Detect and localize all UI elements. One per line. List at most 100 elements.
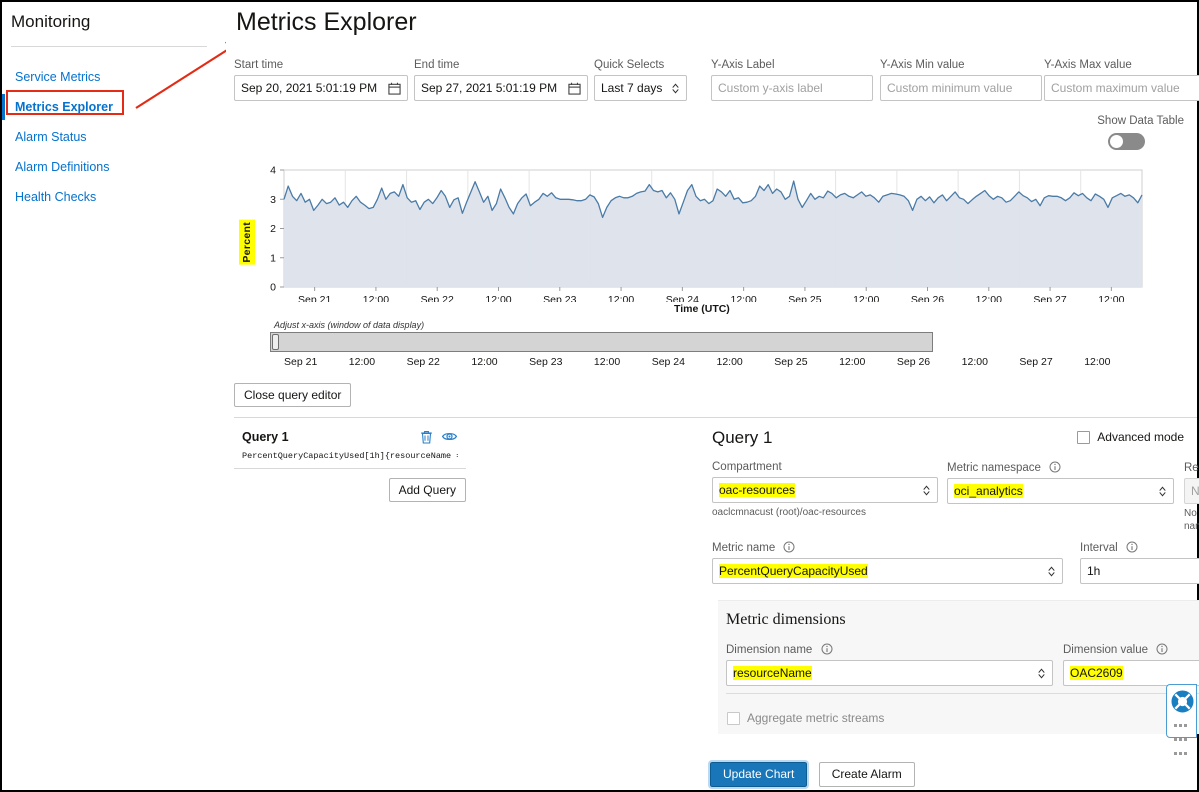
calendar-icon[interactable] (388, 82, 401, 95)
resource-group-label: Resource group Optional (1184, 461, 1199, 475)
start-time-label: Start time (234, 59, 408, 72)
adjust-axis-note: Adjust x-axis (window of data display) (274, 320, 424, 330)
sidebar-item-health-checks[interactable]: Health Checks (2, 182, 226, 212)
dimension-value-select[interactable]: OAC2609 (1063, 660, 1199, 686)
aggregate-metric-streams-row[interactable]: Aggregate metric streams (727, 711, 884, 725)
svg-text:12:00: 12:00 (976, 294, 1002, 302)
query-list: Query 1 PercentQueryCapacityUsed[1h (234, 420, 466, 469)
compartment-hint: oaclcmnacust (root)/oac-resources (712, 506, 938, 519)
end-time-label: End time (414, 59, 588, 72)
slider-tick-labels: Sep 2112:00Sep 2212:00Sep 2312:00Sep 241… (226, 356, 1146, 372)
sidebar-item-service-metrics[interactable]: Service Metrics (2, 62, 226, 92)
slider-tick-label: 12:00 (1084, 356, 1110, 368)
advanced-mode-toggle[interactable]: Advanced mode (1077, 430, 1184, 444)
update-chart-button[interactable]: Update Chart (710, 762, 807, 787)
aggregate-metric-streams-checkbox[interactable] (727, 712, 740, 725)
metric-namespace-value: oci_analytics (954, 484, 1023, 498)
metric-name-value: PercentQueryCapacityUsed (719, 564, 868, 578)
dimension-name-select[interactable]: resourceName (726, 660, 1053, 686)
slider-tick-label: Sep 26 (897, 356, 930, 368)
svg-text:12:00: 12:00 (1098, 294, 1124, 302)
end-time-input[interactable]: Sep 27, 2021 5:01:19 PM (414, 75, 588, 101)
quick-selects-select[interactable]: Last 7 days (594, 75, 687, 101)
query-panel-divider (234, 417, 1197, 418)
interval-label: Interval (1080, 541, 1199, 555)
chevron-updown-icon[interactable] (1037, 667, 1046, 680)
show-data-table-toggle[interactable] (1108, 133, 1145, 150)
info-icon[interactable] (1126, 541, 1138, 553)
start-time-input[interactable]: Sep 20, 2021 5:01:19 PM (234, 75, 408, 101)
info-icon[interactable] (1156, 643, 1168, 655)
svg-text:Sep 25: Sep 25 (788, 294, 821, 302)
sidebar-item-alarm-status[interactable]: Alarm Status (2, 122, 226, 152)
end-time-field: End time Sep 27, 2021 5:01:19 PM (414, 59, 588, 101)
info-icon[interactable] (783, 541, 795, 553)
advanced-mode-checkbox[interactable] (1077, 431, 1090, 444)
y-axis-max-input[interactable]: Custom maximum value (1044, 75, 1199, 101)
chevron-updown-icon[interactable] (671, 82, 680, 95)
slider-tick-label: 12:00 (717, 356, 743, 368)
slider-tick-label: Sep 27 (1019, 356, 1052, 368)
create-alarm-button[interactable]: Create Alarm (819, 762, 915, 787)
calendar-icon[interactable] (568, 82, 581, 95)
sidebar-item-alarm-definitions[interactable]: Alarm Definitions (2, 152, 226, 182)
sidebar-item-metrics-explorer[interactable]: Metrics Explorer (2, 92, 226, 122)
dimension-name-value: resourceName (733, 666, 812, 680)
trash-icon[interactable] (418, 428, 435, 445)
info-icon[interactable] (821, 643, 833, 655)
chevron-updown-icon[interactable] (922, 484, 931, 497)
chevron-updown-icon[interactable] (1158, 485, 1167, 498)
metric-namespace-label: Metric namespace (947, 461, 1174, 475)
svg-text:Sep 22: Sep 22 (421, 294, 454, 302)
y-axis-label-input[interactable]: Custom y-axis label (711, 75, 873, 101)
chevron-updown-icon[interactable] (1047, 565, 1056, 578)
metric-name-field: Metric name PercentQueryCapacityUsed (712, 541, 1063, 584)
close-query-editor-button[interactable]: Close query editor (234, 383, 351, 407)
svg-text:1: 1 (270, 252, 276, 264)
svg-text:12:00: 12:00 (363, 294, 389, 302)
add-query-button[interactable]: Add Query (389, 478, 466, 502)
info-icon[interactable] (1049, 461, 1061, 473)
quick-selects-field: Quick Selects Last 7 days (594, 59, 687, 101)
interval-select[interactable]: 1h (1080, 558, 1199, 584)
svg-text:Sep 23: Sep 23 (543, 294, 576, 302)
query-card-expression: PercentQueryCapacityUsed[1h]{resourceNam… (242, 451, 458, 461)
svg-text:Sep 26: Sep 26 (911, 294, 944, 302)
drag-handle-icon[interactable] (1173, 717, 1191, 759)
resource-group-select[interactable]: No resource group (1184, 478, 1199, 504)
metric-name-label: Metric name (712, 541, 1063, 555)
chart-canvas[interactable]: 01234Sep 2112:00Sep 2212:00Sep 2312:00Se… (234, 157, 1154, 302)
y-axis-label-field: Y-Axis Label Custom y-axis label (711, 59, 873, 101)
x-axis-slider-handle[interactable] (272, 334, 279, 350)
slider-tick-label: Sep 23 (529, 356, 562, 368)
sidebar-item-label: Alarm Definitions (15, 160, 109, 174)
query-detail-title: Query 1 (712, 428, 772, 448)
metric-namespace-select[interactable]: oci_analytics (947, 478, 1174, 504)
metric-name-select[interactable]: PercentQueryCapacityUsed (712, 558, 1063, 584)
interval-value: 1h (1087, 564, 1199, 578)
svg-text:0: 0 (270, 282, 276, 294)
metric-namespace-field: Metric namespace oci_analytics (947, 461, 1174, 504)
x-axis-range-slider[interactable] (270, 332, 933, 352)
compartment-select[interactable]: oac-resources (712, 477, 938, 503)
dimension-name-field: Dimension name resourceName (726, 643, 1053, 686)
help-widget[interactable] (1166, 684, 1197, 738)
svg-text:4: 4 (270, 165, 276, 177)
svg-text:2: 2 (270, 223, 276, 235)
y-axis-max-field: Y-Axis Max value Custom maximum value (1044, 59, 1199, 101)
slider-tick-label: 12:00 (962, 356, 988, 368)
svg-text:12:00: 12:00 (608, 294, 634, 302)
query-card[interactable]: Query 1 PercentQueryCapacityUsed[1h (234, 420, 466, 469)
eye-icon[interactable] (441, 428, 458, 445)
svg-text:12:00: 12:00 (853, 294, 879, 302)
y-axis-min-input[interactable]: Custom minimum value (880, 75, 1042, 101)
sidebar-item-label: Health Checks (15, 190, 96, 204)
lifebuoy-help-icon[interactable] (1170, 689, 1195, 714)
main-content: Metrics Explorer Start time Sep 20, 2021… (226, 2, 1197, 790)
compartment-field: Compartment oac-resources oaclcmnacust (… (712, 461, 938, 519)
start-time-value: Sep 20, 2021 5:01:19 PM (241, 81, 388, 95)
dimension-value-label: Dimension value (1063, 643, 1199, 657)
chart-x-axis-title: Time (UTC) (674, 303, 730, 315)
y-axis-min-field: Y-Axis Min value Custom minimum value (880, 59, 1042, 101)
slider-tick-label: Sep 25 (774, 356, 807, 368)
